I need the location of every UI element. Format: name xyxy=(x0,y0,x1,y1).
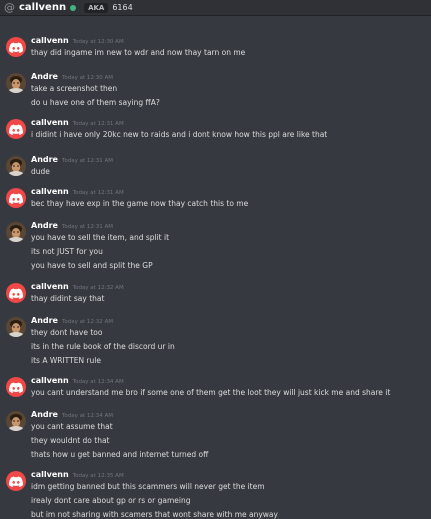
message-author[interactable]: Andre Today at 12:31 AM xyxy=(31,221,113,230)
message-author[interactable]: Andre Today at 12:31 AM xyxy=(31,155,113,164)
message-text: you have to sell and split the GP xyxy=(31,261,153,270)
aka-label: AKA xyxy=(84,2,109,13)
dm-header: @ callvenn AKA 6164 xyxy=(0,0,431,16)
message-author[interactable]: callvenn Today at 12:30 AM xyxy=(31,36,124,45)
author-name[interactable]: Andre xyxy=(31,72,58,81)
online-status-icon xyxy=(70,4,77,11)
message-text: take a screenshot then xyxy=(31,84,118,93)
author-name[interactable]: Andre xyxy=(31,221,58,230)
message-timestamp: Today at 12:31 AM xyxy=(72,190,124,196)
message-author[interactable]: Andre Today at 12:30 AM xyxy=(31,72,113,81)
dm-username[interactable]: callvenn xyxy=(19,2,66,13)
message-timestamp: Today at 12:30 AM xyxy=(61,75,114,81)
message-timestamp: Today at 12:34 AM xyxy=(72,379,124,385)
aka-value: 6164 xyxy=(112,3,133,12)
author-name[interactable]: Andre xyxy=(31,410,58,419)
message-text: thay did ingame im new to wdr and now th… xyxy=(31,48,246,57)
discord-logo-icon[interactable] xyxy=(6,188,26,208)
message-author[interactable]: callvenn Today at 12:35 AM xyxy=(31,470,124,479)
message-text: do u have one of them saying ffA? xyxy=(31,98,160,107)
message-text: its in the rule book of the discord ur i… xyxy=(31,342,175,351)
message-text: they dont have too xyxy=(31,328,103,337)
message-author[interactable]: Andre Today at 12:32 AM xyxy=(31,316,113,325)
author-name[interactable]: callvenn xyxy=(31,470,69,479)
user-avatar[interactable] xyxy=(6,73,26,93)
message-timestamp: Today at 12:35 AM xyxy=(72,473,124,479)
message-text: idm getting banned but this scammers wil… xyxy=(31,482,265,491)
author-name[interactable]: Andre xyxy=(31,316,58,325)
author-name[interactable]: callvenn xyxy=(31,36,69,45)
message-author[interactable]: callvenn Today at 12:32 AM xyxy=(31,282,124,291)
message-text: thay didint say that xyxy=(31,294,105,303)
message-author[interactable]: callvenn Today at 12:31 AM xyxy=(31,118,124,127)
message-timestamp: Today at 12:30 AM xyxy=(72,39,124,45)
user-avatar[interactable] xyxy=(6,156,26,176)
user-avatar[interactable] xyxy=(6,222,26,242)
message-text: its A WRITTEN rule xyxy=(31,356,101,365)
user-avatar[interactable] xyxy=(6,317,26,337)
discord-logo-icon[interactable] xyxy=(6,37,26,57)
message-timestamp: Today at 12:32 AM xyxy=(61,319,114,325)
message-text: you cant assume that xyxy=(31,422,113,431)
message-text: dude xyxy=(31,167,50,176)
discord-logo-icon[interactable] xyxy=(6,283,26,303)
discord-logo-icon[interactable] xyxy=(6,377,26,397)
author-name[interactable]: callvenn xyxy=(31,187,69,196)
message-author[interactable]: Andre Today at 12:34 AM xyxy=(31,410,113,419)
message-author[interactable]: callvenn Today at 12:31 AM xyxy=(31,187,124,196)
author-name[interactable]: Andre xyxy=(31,155,58,164)
message-timestamp: Today at 12:31 AM xyxy=(61,224,114,230)
at-icon: @ xyxy=(4,0,15,14)
message-timestamp: Today at 12:32 AM xyxy=(72,285,124,291)
message-text: you cant understand me bro if some one o… xyxy=(31,388,391,397)
message-text: irealy dont care about gp or rs or gamei… xyxy=(31,496,191,505)
message-text: thats how u get banned and internet turn… xyxy=(31,450,209,459)
user-avatar[interactable] xyxy=(6,411,26,431)
author-name[interactable]: callvenn xyxy=(31,376,69,385)
author-name[interactable]: callvenn xyxy=(31,282,69,291)
message-timestamp: Today at 12:34 AM xyxy=(61,413,114,419)
message-text: they wouldnt do that xyxy=(31,436,110,445)
message-text: but im not sharing with scamers that won… xyxy=(31,510,278,519)
message-text: bec thay have exp in the game now thay c… xyxy=(31,199,249,208)
message-timestamp: Today at 12:31 AM xyxy=(61,158,114,164)
message-text: i didint i have only 20kc new to raids a… xyxy=(31,130,328,139)
message-author[interactable]: callvenn Today at 12:34 AM xyxy=(31,376,124,385)
discord-logo-icon[interactable] xyxy=(6,119,26,139)
author-name[interactable]: callvenn xyxy=(31,118,69,127)
discord-logo-icon[interactable] xyxy=(6,471,26,491)
message-text: its not JUST for you xyxy=(31,247,103,256)
message-timestamp: Today at 12:31 AM xyxy=(72,121,124,127)
message-text: you have to sell the item, and split it xyxy=(31,233,170,242)
